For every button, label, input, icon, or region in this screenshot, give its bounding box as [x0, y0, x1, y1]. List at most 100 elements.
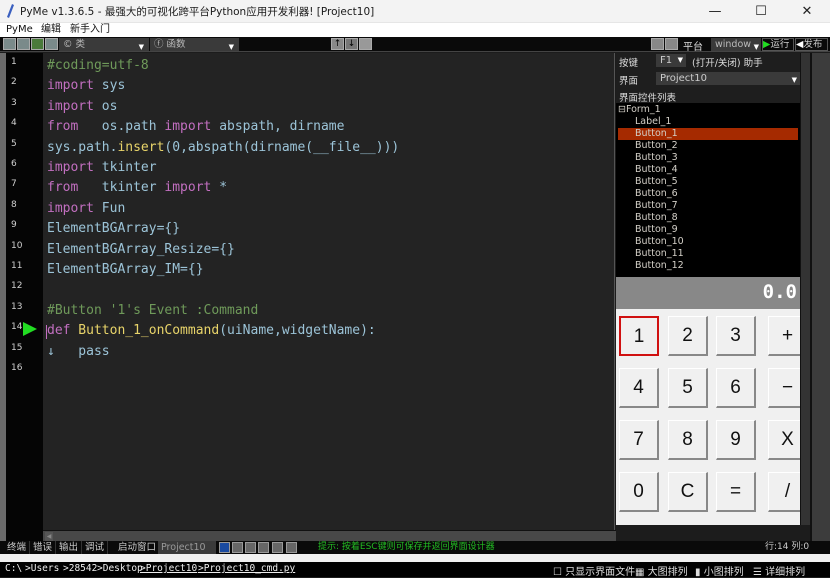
startup-window-combo[interactable]: Project10	[158, 541, 216, 554]
code-line[interactable]: import tkinter	[47, 160, 157, 175]
line-number: 11	[11, 261, 23, 271]
code-editor[interactable]: #coding=utf-8 import sys import os from os.…	[43, 53, 615, 530]
code-line[interactable]: import os	[47, 99, 117, 114]
code-line[interactable]: ↓ pass	[47, 344, 110, 359]
window-vertical-scrollbar[interactable]	[810, 53, 830, 541]
code-token: (uiName,widgetName):	[219, 323, 376, 339]
detail-view-button[interactable]: ☰ 详细排列	[753, 563, 805, 578]
calc-key[interactable]: 8	[668, 420, 708, 460]
publish-button[interactable]: ◀发布	[795, 38, 828, 51]
code-token: from	[47, 180, 79, 196]
output-area[interactable]	[0, 554, 830, 562]
step-icon-1[interactable]	[232, 542, 243, 553]
calc-key[interactable]: 9	[716, 420, 756, 460]
menu-pyme[interactable]: PyMe	[6, 23, 33, 37]
large-icon-view-button[interactable]: ▦ 大图排列	[635, 563, 688, 578]
code-line[interactable]: import Fun	[47, 201, 125, 216]
code-line[interactable]: #Button '1's Event :Command	[47, 303, 258, 318]
hotkey-combo[interactable]: F1 ▼	[656, 54, 686, 67]
tree-item[interactable]: ⊟Form_1	[618, 104, 798, 116]
path-users[interactable]: >Users	[25, 563, 59, 574]
arrow-up-icon[interactable]: ↑	[331, 38, 344, 50]
calc-key[interactable]: 2	[668, 316, 708, 356]
tree-item[interactable]: Label_1	[618, 116, 798, 128]
path-file[interactable]: >Project10_cmd.py	[198, 563, 295, 574]
layout-icon-2[interactable]	[17, 38, 30, 50]
list-icon: ☰	[753, 567, 762, 578]
function-combo[interactable]: ⓕ 函数 ▼	[150, 38, 239, 51]
code-line[interactable]: from tkinter import *	[47, 180, 227, 195]
code-line[interactable]: #coding=utf-8	[47, 58, 149, 73]
calc-key[interactable]: 6	[716, 368, 756, 408]
step-back-icon[interactable]	[272, 542, 283, 553]
widget-tree[interactable]: ⊟Form_1 Label_1 Button_1 Button_2 Button_3 Bu…	[616, 103, 800, 277]
tab-terminal[interactable]: 终端	[4, 541, 31, 554]
tree-item[interactable]: Button_7	[618, 200, 798, 212]
menu-bar: PyMe 编辑 新手入门	[0, 23, 830, 37]
code-line[interactable]: from os.path import abspath, dirname	[47, 119, 344, 134]
tree-item[interactable]: Button_3	[618, 152, 798, 164]
code-token: os	[93, 98, 118, 114]
code-line[interactable]: sys.path.insert(0,abspath(dirname(__file…	[47, 140, 399, 155]
calc-key[interactable]: 0	[619, 472, 659, 512]
calc-key[interactable]: 4	[619, 368, 659, 408]
only-ui-files-checkbox[interactable]: ☐ 只显示界面文件	[553, 563, 635, 578]
code-line[interactable]: ElementBGArray_Resize={}	[47, 242, 235, 257]
step-icon-3[interactable]	[258, 542, 269, 553]
calc-key[interactable]: 3	[716, 316, 756, 356]
minimize-button[interactable]: —	[692, 0, 738, 23]
code-line[interactable]: ElementBGArray={}	[47, 221, 180, 236]
scroll-left-icon[interactable]: ◀	[45, 532, 53, 541]
menu-beginner-guide[interactable]: 新手入门	[70, 23, 110, 37]
calc-key[interactable]: 5	[668, 368, 708, 408]
arrow-down-icon[interactable]: ↓	[345, 38, 358, 50]
layout-icon-1[interactable]	[3, 38, 16, 50]
hotkey-description: (打开/关闭) 助手	[692, 58, 763, 69]
path-root[interactable]: C:\	[5, 563, 22, 574]
grid-icon[interactable]	[31, 38, 44, 50]
refresh-icon[interactable]	[359, 38, 372, 50]
form-icon-1[interactable]	[651, 38, 664, 50]
close-button[interactable]: ✕	[784, 0, 830, 23]
form-icon-2[interactable]	[665, 38, 678, 50]
tree-item[interactable]: Button_12	[618, 260, 798, 272]
play-small-icon[interactable]	[219, 542, 230, 553]
line-number: 10	[11, 240, 23, 251]
tree-item[interactable]: Button_9	[618, 224, 798, 236]
maximize-button[interactable]: ☐	[738, 0, 784, 23]
menu-edit[interactable]: 编辑	[41, 23, 61, 37]
code-line[interactable]: def Button_1_onCommand(uiName,widgetName…	[47, 323, 376, 338]
panel-vertical-scrollbar[interactable]	[800, 53, 810, 525]
tree-item[interactable]: Button_6	[618, 188, 798, 200]
only-ui-files-label: 只显示界面文件	[565, 567, 636, 578]
tree-item[interactable]: Button_4	[618, 164, 798, 176]
tab-errors[interactable]: 错误	[30, 541, 57, 554]
stop-icon[interactable]	[286, 542, 297, 553]
calc-key[interactable]: C	[668, 472, 708, 512]
tab-output[interactable]: 输出	[56, 541, 83, 554]
run-button[interactable]: ▶运行	[762, 38, 794, 51]
path-user[interactable]: >28542	[63, 563, 97, 574]
ui-combo[interactable]: Project10 ▼	[656, 72, 800, 85]
layout-icon-3[interactable]	[45, 38, 58, 50]
code-line[interactable]: ElementBGArray_IM={}	[47, 262, 204, 277]
step-icon-2[interactable]	[245, 542, 256, 553]
calc-key[interactable]: 1	[619, 316, 659, 356]
editor-horizontal-scrollbar[interactable]: ◀	[43, 530, 616, 541]
tree-item[interactable]: Button_2	[618, 140, 798, 152]
class-combo[interactable]: © 类 ▼	[59, 38, 149, 51]
tree-item[interactable]: Button_10	[618, 236, 798, 248]
calc-key[interactable]: 7	[619, 420, 659, 460]
calc-key[interactable]: =	[716, 472, 756, 512]
platform-combo[interactable]: window ▼	[711, 38, 761, 51]
small-icon-view-button[interactable]: ▮ 小图排列	[695, 563, 744, 578]
line-number: 15	[11, 342, 23, 353]
tree-item[interactable]: Button_8	[618, 212, 798, 224]
tree-item[interactable]: Button_1	[618, 128, 798, 140]
tree-item[interactable]: Button_11	[618, 248, 798, 260]
path-desktop[interactable]: >Desktop	[97, 563, 143, 574]
code-line[interactable]: import sys	[47, 78, 125, 93]
path-project[interactable]: >Project10	[140, 563, 197, 574]
tree-item[interactable]: Button_5	[618, 176, 798, 188]
tab-debug[interactable]: 调试	[82, 541, 109, 554]
